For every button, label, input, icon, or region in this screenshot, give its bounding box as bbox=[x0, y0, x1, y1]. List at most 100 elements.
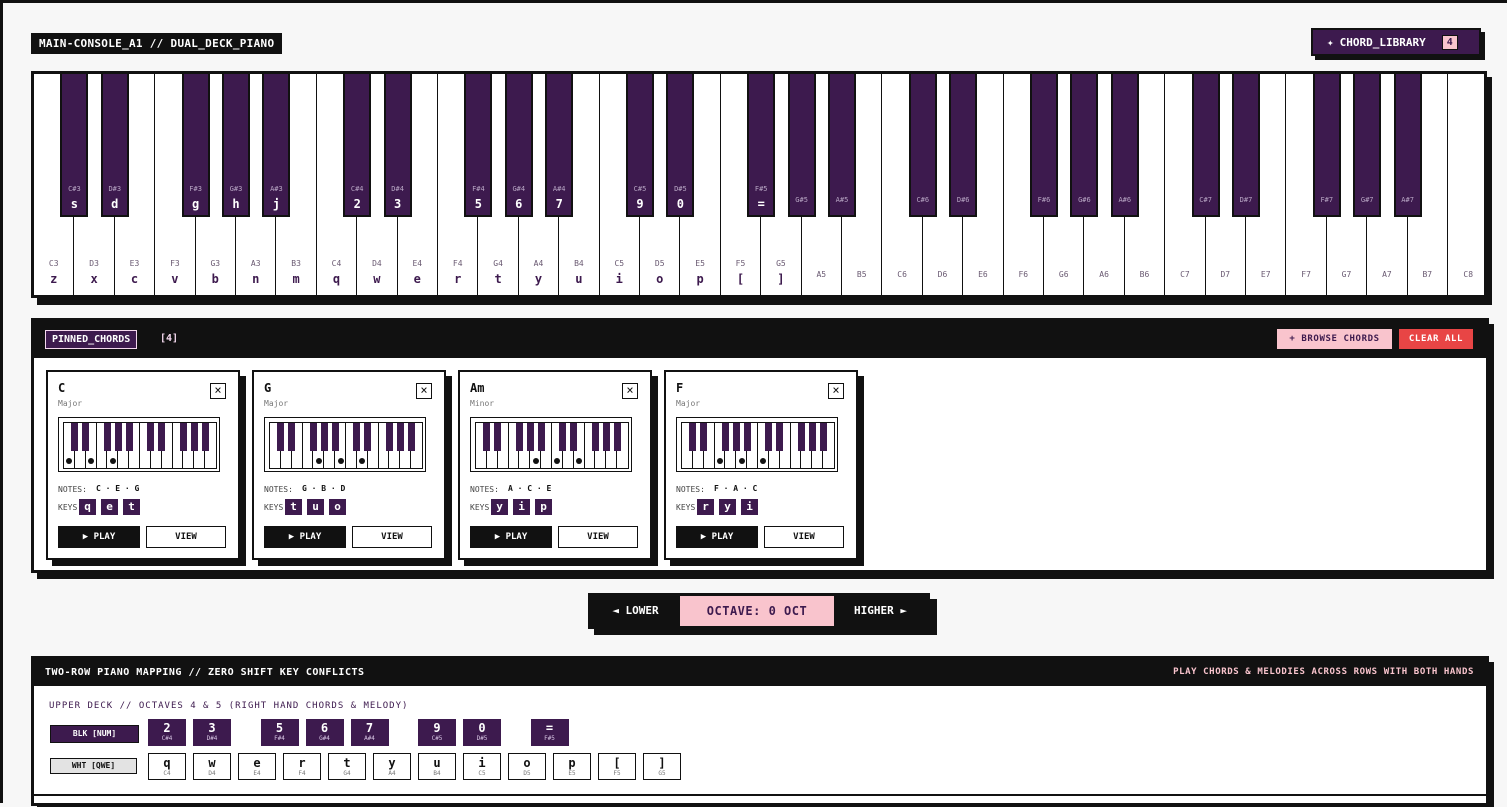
white-key-note: E5 bbox=[695, 259, 705, 268]
white-key-keycap: m bbox=[292, 272, 300, 286]
white-key-note: F5 bbox=[735, 259, 746, 268]
close-icon[interactable]: × bbox=[828, 383, 844, 399]
black-key[interactable]: A#4 7 bbox=[545, 74, 574, 217]
black-key[interactable]: G#6 bbox=[1070, 74, 1099, 217]
black-key[interactable]: F#7 bbox=[1312, 74, 1341, 217]
white-key-note: C6 bbox=[897, 270, 907, 279]
black-key[interactable]: F#6 bbox=[1030, 74, 1058, 217]
white-key-keycap: w bbox=[373, 272, 381, 286]
black-key[interactable]: A#6 bbox=[1110, 74, 1139, 217]
black-key[interactable]: A#3 j bbox=[262, 74, 291, 217]
white-key-keycap: x bbox=[90, 272, 98, 286]
chord-card: G Major × NOTES: G · B · D KEYS: t u o ▶ PLAY VIEW bbox=[252, 370, 446, 560]
black-key[interactable]: G#4 6 bbox=[504, 74, 533, 217]
chord-library-button[interactable]: ✦ CHORD_LIBRARY 4 bbox=[1311, 28, 1481, 56]
view-button[interactable]: VIEW bbox=[558, 526, 638, 548]
mapping-key-note: C#4 bbox=[161, 735, 173, 742]
view-button[interactable]: VIEW bbox=[352, 526, 432, 548]
mini-black-key bbox=[396, 423, 404, 451]
play-button[interactable]: ▶ PLAY bbox=[676, 526, 758, 548]
mapping-key-note: F4 bbox=[298, 770, 306, 777]
chord-notes: G · B · D bbox=[302, 484, 346, 493]
mini-chord-dot bbox=[717, 458, 723, 464]
chord-key-badge: o bbox=[329, 499, 346, 515]
black-key[interactable]: D#3 d bbox=[100, 74, 129, 217]
octave-higher-button[interactable]: HIGHER ► bbox=[834, 596, 927, 626]
view-button[interactable]: VIEW bbox=[146, 526, 226, 548]
black-key[interactable]: A#5 bbox=[828, 74, 856, 217]
play-button[interactable]: ▶ PLAY bbox=[264, 526, 346, 548]
mini-black-key bbox=[591, 423, 599, 451]
mini-black-key bbox=[103, 423, 111, 451]
white-key-note: D3 bbox=[89, 259, 99, 268]
black-key[interactable]: G#7 bbox=[1353, 74, 1382, 217]
mapping-key-char: 9 bbox=[433, 721, 441, 735]
close-icon[interactable]: × bbox=[622, 383, 638, 399]
mini-black-key bbox=[797, 423, 805, 451]
mapping-key-note: D5 bbox=[523, 770, 531, 777]
mini-keyboard-keys bbox=[63, 422, 217, 469]
black-key[interactable]: F#3 g bbox=[181, 74, 210, 217]
mini-black-key bbox=[776, 423, 784, 451]
black-key-note: D#3 bbox=[108, 185, 122, 193]
chord-type: Major bbox=[264, 399, 289, 408]
black-key-note: F#7 bbox=[1320, 196, 1334, 204]
black-key[interactable]: D#6 bbox=[949, 74, 978, 217]
white-key-note: D5 bbox=[654, 259, 665, 268]
black-key[interactable]: F#5 = bbox=[747, 74, 776, 217]
black-key[interactable]: C#3 s bbox=[60, 74, 89, 217]
black-key[interactable]: F#4 5 bbox=[464, 74, 493, 217]
white-key[interactable]: C8 bbox=[1448, 74, 1484, 295]
mini-black-key bbox=[700, 423, 708, 451]
play-button[interactable]: ▶ PLAY bbox=[58, 526, 140, 548]
chord-key-badge: u bbox=[307, 499, 324, 515]
white-key-note: F3 bbox=[170, 259, 180, 268]
black-key[interactable]: C#4 2 bbox=[343, 74, 372, 217]
mini-black-key bbox=[515, 423, 523, 451]
close-icon[interactable]: × bbox=[210, 383, 226, 399]
mapping-key-note: E4 bbox=[253, 770, 261, 777]
mapping-key-note: A#4 bbox=[364, 735, 375, 742]
black-key-note: C#4 bbox=[350, 185, 364, 193]
view-button[interactable]: VIEW bbox=[764, 526, 844, 548]
close-icon[interactable]: × bbox=[416, 383, 432, 399]
black-key[interactable]: A#7 bbox=[1393, 74, 1422, 217]
mini-keyboard bbox=[676, 417, 838, 472]
mapping-key-char: q bbox=[163, 756, 171, 770]
mini-black-key bbox=[158, 423, 166, 451]
mini-black-key bbox=[353, 423, 361, 451]
black-key[interactable]: D#7 bbox=[1232, 74, 1260, 217]
mapping-key-char: w bbox=[208, 756, 216, 770]
black-key-keycap: h bbox=[232, 197, 240, 211]
browse-chords-button[interactable]: + BROWSE CHORDS bbox=[1277, 329, 1392, 349]
clear-all-button[interactable]: CLEAR ALL bbox=[1399, 329, 1473, 349]
octave-display: OCTAVE: 0 OCT bbox=[680, 596, 834, 626]
black-key[interactable]: D#5 0 bbox=[666, 74, 695, 217]
mapping-key-char: 7 bbox=[365, 721, 374, 735]
mapping-key-note: D4 bbox=[208, 770, 216, 777]
black-key[interactable]: G#3 h bbox=[222, 74, 250, 217]
octave-lower-button[interactable]: ◄ LOWER bbox=[591, 596, 680, 626]
mapping-white-key: e E4 bbox=[238, 753, 276, 780]
mini-black-key bbox=[483, 423, 491, 451]
black-key[interactable]: G#5 bbox=[787, 74, 816, 217]
notes-label: NOTES: bbox=[676, 485, 705, 494]
black-key[interactable]: C#6 bbox=[908, 74, 937, 217]
pinned-chords-panel: PINNED_CHORDS [4] + BROWSE CHORDS CLEAR … bbox=[31, 318, 1489, 573]
mapping-key-note: F5 bbox=[613, 770, 621, 777]
black-key[interactable]: D#4 3 bbox=[383, 74, 412, 217]
play-button[interactable]: ▶ PLAY bbox=[470, 526, 552, 548]
black-key[interactable]: C#7 bbox=[1191, 74, 1220, 217]
mapping-black-key: = F#5 bbox=[530, 719, 569, 746]
mapping-black-key: 7 A#4 bbox=[350, 719, 389, 746]
chord-library-label: CHORD_LIBRARY bbox=[1339, 35, 1426, 49]
white-key-note: A6 bbox=[1099, 270, 1109, 279]
white-key-note: A5 bbox=[816, 270, 827, 279]
black-key-note: D#4 bbox=[391, 185, 404, 193]
black-key-keycap: 5 bbox=[474, 197, 482, 211]
black-key[interactable]: C#5 9 bbox=[626, 74, 654, 217]
white-key-note: G3 bbox=[210, 259, 221, 268]
mini-black-key bbox=[309, 423, 317, 451]
white-key-note: F7 bbox=[1301, 270, 1311, 279]
black-key-keycap: 7 bbox=[555, 197, 563, 211]
